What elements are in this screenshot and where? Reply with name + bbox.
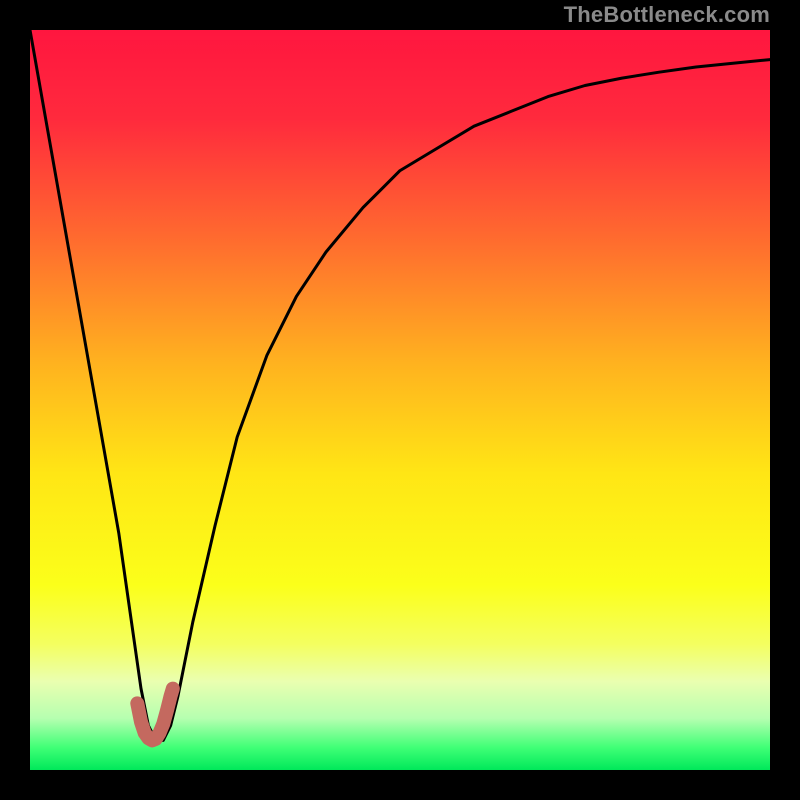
- watermark-label: TheBottleneck.com: [564, 2, 770, 28]
- plot-area: [30, 30, 770, 770]
- chart-frame: TheBottleneck.com: [0, 0, 800, 800]
- bottleneck-curve: [30, 30, 770, 770]
